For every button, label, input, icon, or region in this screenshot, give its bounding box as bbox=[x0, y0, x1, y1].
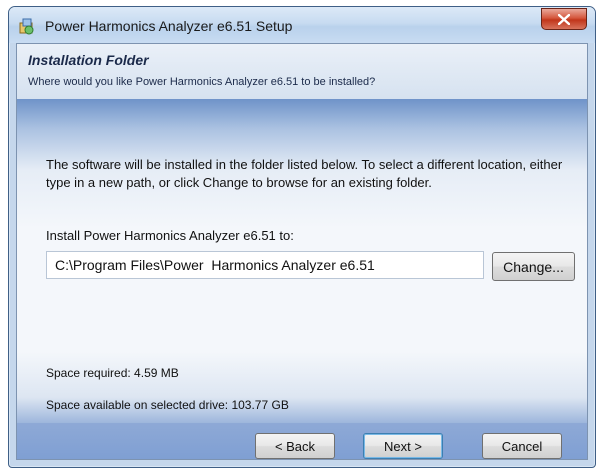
installer-icon bbox=[18, 17, 36, 35]
page-title: Installation Folder bbox=[28, 52, 149, 68]
install-folder-label: Install Power Harmonics Analyzer e6.51 t… bbox=[46, 228, 294, 243]
install-path-input[interactable] bbox=[46, 251, 484, 279]
back-button[interactable]: < Back bbox=[255, 433, 335, 459]
cancel-button[interactable]: Cancel bbox=[482, 433, 562, 459]
change-button[interactable]: Change... bbox=[492, 252, 575, 281]
button-bar: < Back Next > Cancel bbox=[17, 423, 587, 459]
cancel-button-label: Cancel bbox=[501, 438, 543, 454]
description-text: The software will be installed in the fo… bbox=[46, 157, 563, 190]
setup-window: Power Harmonics Analyzer e6.51 Setup Ins… bbox=[8, 6, 596, 468]
title-bar[interactable]: Power Harmonics Analyzer e6.51 Setup bbox=[9, 7, 595, 43]
space-required-text: Space required: 4.59 MB bbox=[46, 366, 179, 380]
header-band: Installation Folder Where would you like… bbox=[17, 44, 587, 99]
page-subtitle: Where would you like Power Harmonics Ana… bbox=[28, 76, 376, 88]
close-icon bbox=[558, 13, 570, 25]
close-button[interactable] bbox=[541, 8, 587, 30]
content-area: The software will be installed in the fo… bbox=[17, 99, 587, 423]
window-title: Power Harmonics Analyzer e6.51 Setup bbox=[45, 18, 293, 34]
dialog-client: Installation Folder Where would you like… bbox=[16, 43, 588, 460]
change-button-label: Change... bbox=[503, 258, 564, 275]
next-button[interactable]: Next > bbox=[363, 433, 443, 459]
space-available-text: Space available on selected drive: 103.7… bbox=[46, 398, 289, 412]
back-button-label: < Back bbox=[274, 438, 316, 454]
next-button-label: Next > bbox=[384, 438, 422, 454]
